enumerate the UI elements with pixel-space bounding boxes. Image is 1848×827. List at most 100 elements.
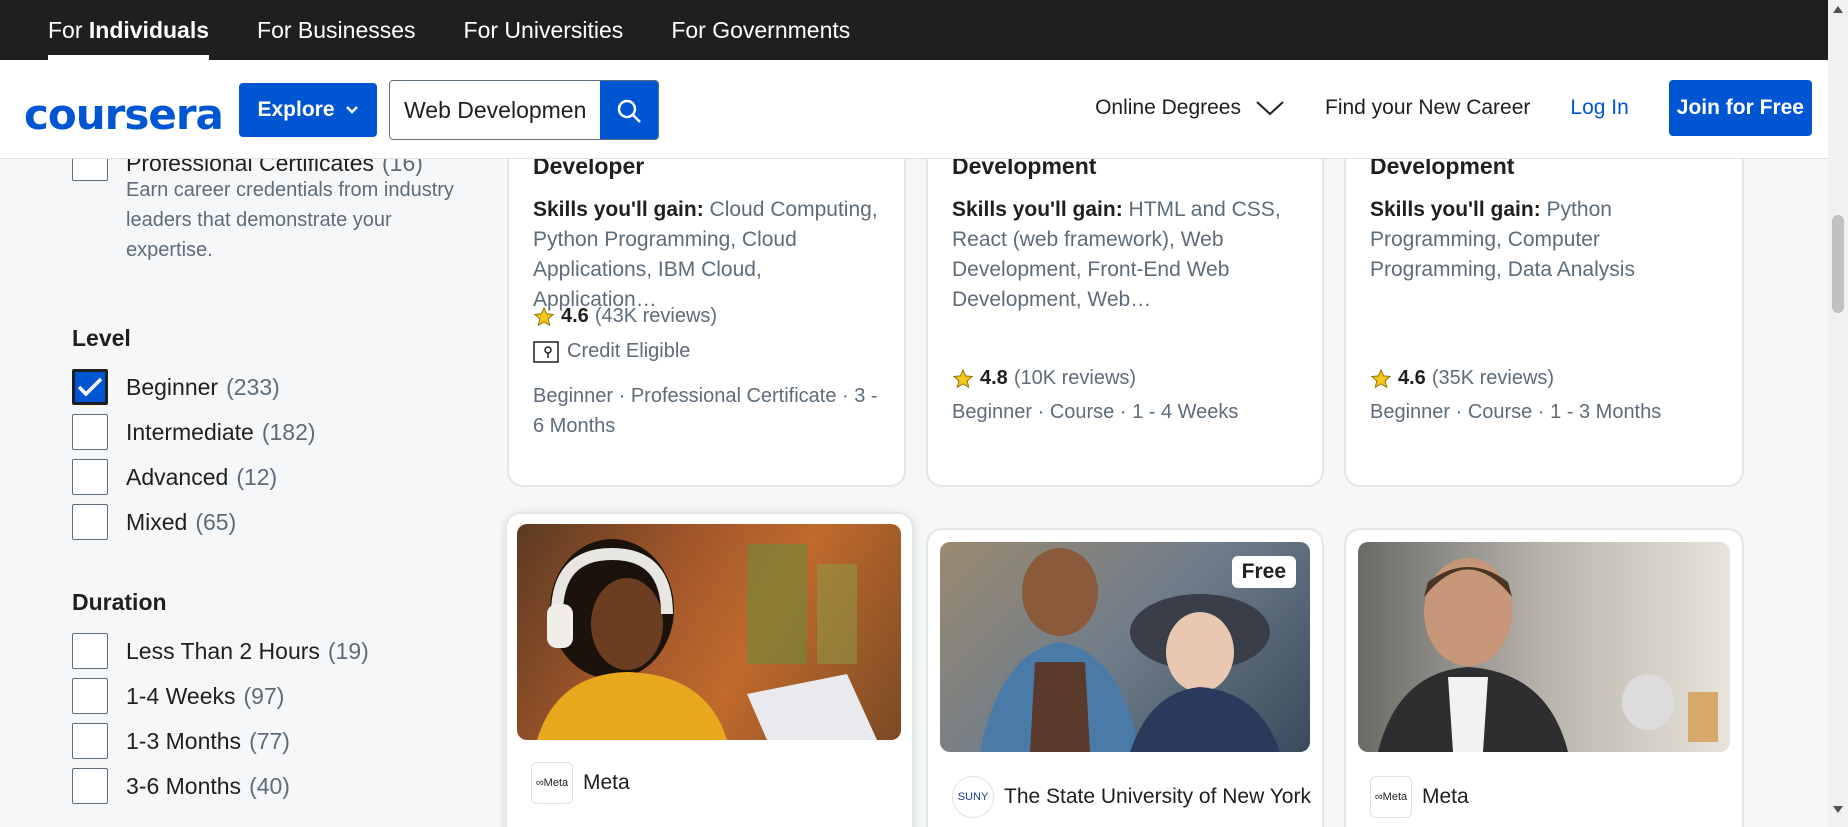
course-image: Free <box>940 542 1310 752</box>
for-governments-link[interactable]: For Governments <box>671 0 850 60</box>
for-universities-link[interactable]: For Universities <box>464 0 624 60</box>
scroll-up-arrow[interactable] <box>1833 6 1843 13</box>
meta-logo: ∞Meta <box>531 762 573 804</box>
online-degrees-label: Online Degrees <box>1095 96 1241 119</box>
page-scrollbar[interactable] <box>1828 0 1848 827</box>
card-rating: 4.6 (43K reviews) <box>533 305 717 328</box>
for-individuals-prefix: For <box>48 16 83 43</box>
filter-label: Less Than 2 Hours <box>126 638 320 664</box>
checkbox[interactable] <box>72 768 108 804</box>
search-button[interactable] <box>600 81 658 139</box>
course-card[interactable]: ∞Meta Meta <box>1344 528 1744 827</box>
card-title: Developer <box>533 159 645 179</box>
credit-label: Credit Eligible <box>567 340 691 362</box>
checkbox[interactable] <box>72 633 108 669</box>
checkmark-icon <box>77 377 103 397</box>
skills-label: Skills you'll gain: <box>1370 198 1541 221</box>
for-individuals-link[interactable]: For Individuals <box>48 0 210 60</box>
audience-nav: For Individuals For Businesses For Unive… <box>0 0 1828 60</box>
filter-duration-less-than-2-hours[interactable]: Less Than 2 Hours (19) <box>72 633 369 669</box>
filter-duration-3-6-months[interactable]: 3-6 Months (40) <box>72 768 290 804</box>
rating-score: 4.8 <box>980 367 1008 389</box>
rating-reviews: (35K reviews) <box>1431 367 1555 389</box>
free-badge: Free <box>1231 556 1296 588</box>
course-image <box>1358 542 1730 752</box>
card-rating: 4.8 (10K reviews) <box>952 367 1136 390</box>
skills-label: Skills you'll gain: <box>952 198 1123 221</box>
skills-label: Skills you'll gain: <box>533 198 704 221</box>
rating-reviews: (43K reviews) <box>594 305 718 327</box>
filter-level-mixed[interactable]: Mixed (65) <box>72 504 236 540</box>
filter-label: 1-4 Weeks <box>126 683 236 709</box>
card-skills: Skills you'll gain: Python Programming, … <box>1370 195 1720 285</box>
filter-level-beginner[interactable]: Beginner (233) <box>72 369 280 405</box>
star-icon <box>1370 368 1392 388</box>
scroll-thumb[interactable] <box>1832 215 1844 313</box>
filter-label: Intermediate <box>126 419 254 445</box>
card-title: Development <box>952 159 1097 179</box>
checkbox[interactable] <box>72 504 108 540</box>
card-skills: Skills you'll gain: Cloud Computing, Pyt… <box>533 195 883 315</box>
card-skills: Skills you'll gain: HTML and CSS, React … <box>952 195 1302 315</box>
for-individuals-bold: Individuals <box>88 16 210 43</box>
filter-duration-1-4-weeks[interactable]: 1-4 Weeks (97) <box>72 678 284 714</box>
course-results: Developer Skills you'll gain: Cloud Comp… <box>500 159 1828 827</box>
course-card[interactable]: Development Skills you'll gain: Python P… <box>1344 159 1744 487</box>
filter-duration-1-3-months[interactable]: 1-3 Months (77) <box>72 723 290 759</box>
course-card[interactable]: Development Skills you'll gain: HTML and… <box>926 159 1324 487</box>
checkbox[interactable] <box>72 678 108 714</box>
card-meta: Beginner · Course · 1 - 3 Months <box>1370 401 1662 423</box>
course-card[interactable]: Developer Skills you'll gain: Cloud Comp… <box>507 159 906 487</box>
rating-score: 4.6 <box>1398 367 1426 389</box>
level-heading: Level <box>72 325 131 351</box>
filter-count: (16) <box>382 159 423 176</box>
card-partner: ∞Meta Meta <box>1370 776 1469 818</box>
filter-count: (77) <box>249 728 290 754</box>
filter-level-advanced[interactable]: Advanced (12) <box>72 459 277 495</box>
filter-label: Advanced <box>126 464 229 490</box>
course-image <box>517 524 901 740</box>
filter-label: Professional Certificates <box>126 159 374 176</box>
scroll-down-arrow[interactable] <box>1833 806 1843 813</box>
card-partner: ∞Meta Meta <box>531 762 630 804</box>
search-box <box>389 80 659 140</box>
filter-count: (19) <box>327 638 369 664</box>
star-icon <box>533 306 555 326</box>
filter-label: Beginner <box>126 374 219 400</box>
checkbox[interactable] <box>72 414 108 450</box>
card-meta: Beginner · Professional Certificate · 3 … <box>533 385 878 437</box>
find-career-link[interactable]: Find your New Career <box>1325 96 1530 120</box>
rating-reviews: (10K reviews) <box>1013 367 1137 389</box>
login-link[interactable]: Log In <box>1570 96 1628 120</box>
chevron-down-icon <box>345 106 358 114</box>
online-degrees-dropdown[interactable]: Online Degrees <box>1095 96 1285 120</box>
star-icon <box>952 368 974 388</box>
filter-count: (233) <box>226 374 280 400</box>
card-partner: SUNY The State University of New York <box>952 776 1311 818</box>
join-for-free-button[interactable]: Join for Free <box>1668 80 1812 136</box>
checkbox[interactable] <box>72 723 108 759</box>
checkbox-checked[interactable] <box>72 369 108 405</box>
for-businesses-link[interactable]: For Businesses <box>257 0 416 60</box>
header-nav-right: Online Degrees Find your New Career Log … <box>1095 80 1812 136</box>
card-rating: 4.6 (35K reviews) <box>1370 367 1554 390</box>
course-card[interactable]: Free SUNY The State University of New Yo… <box>926 528 1324 827</box>
filter-level-intermediate[interactable]: Intermediate (182) <box>72 414 316 450</box>
card-meta: Beginner · Course · 1 - 4 Weeks <box>952 401 1239 423</box>
filter-label: 1-3 Months <box>126 728 242 754</box>
filter-count: (65) <box>195 509 237 535</box>
course-card[interactable]: ∞Meta Meta <box>505 512 914 827</box>
student-headphones-image <box>537 539 877 740</box>
coursera-logo[interactable]: coursera <box>24 90 224 139</box>
filter-sidebar: Professional Certificates (16) Earn caree… <box>0 159 500 827</box>
filter-label: Mixed <box>126 509 188 535</box>
explore-button[interactable]: Explore <box>239 83 377 137</box>
credit-icon <box>533 340 559 363</box>
partner-name: Meta <box>583 771 630 794</box>
main-header: coursera Explore Online Degrees Find you… <box>0 60 1828 159</box>
search-input[interactable] <box>390 81 600 139</box>
filter-count: (182) <box>261 419 316 445</box>
partner-name: Meta <box>1422 785 1469 808</box>
checkbox[interactable] <box>72 159 108 181</box>
checkbox[interactable] <box>72 459 108 495</box>
